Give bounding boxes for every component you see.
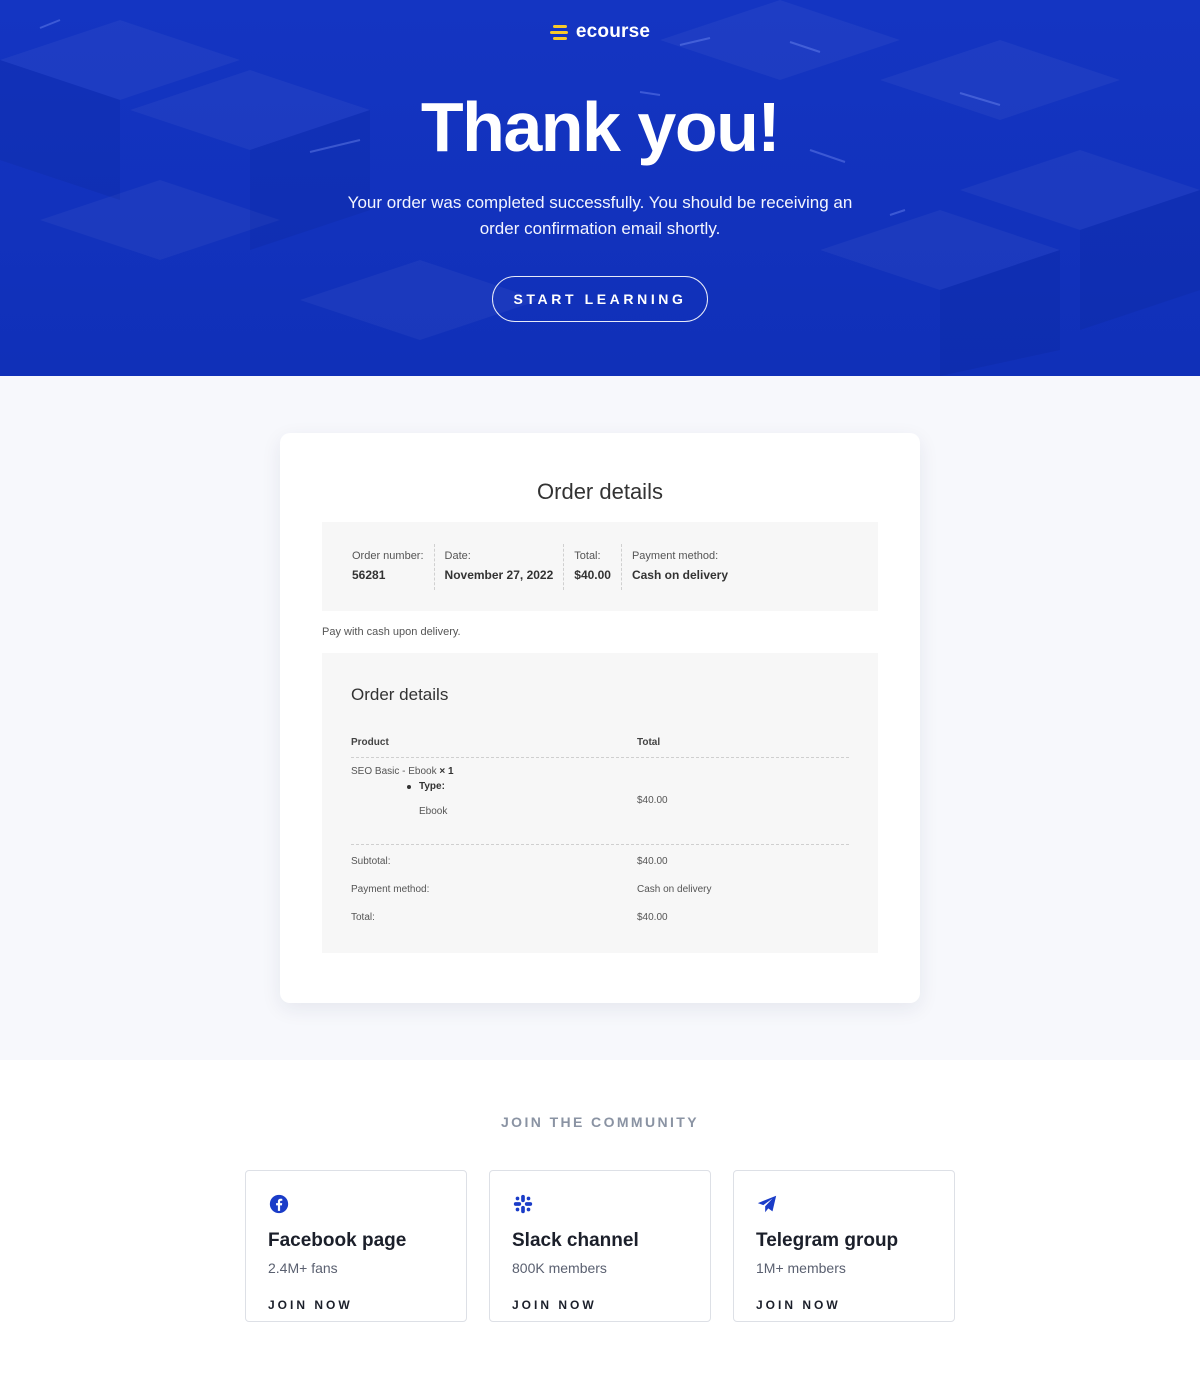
- order-details-title: Order details: [351, 685, 449, 704]
- totals-label: Total:: [351, 912, 375, 923]
- join-now-link[interactable]: JOIN NOW: [268, 1298, 444, 1312]
- hero-banner: ecourse Thank you! Your order was comple…: [0, 0, 1200, 376]
- summary-value: 56281: [352, 568, 386, 582]
- card-title: Slack channel: [512, 1230, 639, 1251]
- order-date-field: Date: November 27, 2022: [433, 544, 564, 590]
- start-learning-button[interactable]: START LEARNING: [492, 276, 708, 322]
- card-title: Facebook page: [268, 1230, 407, 1251]
- table-row: Total: $40.00: [351, 901, 849, 929]
- payment-note: Pay with cash upon delivery.: [322, 626, 461, 638]
- telegram-icon: [757, 1195, 777, 1213]
- order-details-table: Order details Product Total SEO Basic - …: [322, 653, 878, 953]
- order-payment-field: Payment method: Cash on delivery: [620, 544, 738, 590]
- card-title: Telegram group: [756, 1230, 899, 1251]
- summary-value: $40.00: [574, 568, 611, 582]
- page-title: Thank you!: [420, 88, 781, 166]
- product-meta: Type: Ebook: [407, 781, 637, 817]
- order-number-field: Order number: 56281: [352, 544, 434, 590]
- community-heading: JOIN THE COMMUNITY: [501, 1114, 699, 1130]
- column-header-product: Product: [351, 737, 389, 748]
- table-row: Payment method: Cash on delivery: [351, 873, 849, 901]
- summary-label: Payment method:: [631, 550, 719, 562]
- product-link[interactable]: SEO Basic - Ebook: [351, 766, 437, 777]
- product-quantity: × 1: [439, 766, 454, 777]
- summary-label: Date:: [444, 550, 471, 562]
- summary-label: Total:: [574, 550, 601, 562]
- card-stat: 2.4M+ fans: [268, 1260, 338, 1276]
- order-summary: Order number: 56281 Date: November 27, 2…: [322, 522, 878, 611]
- totals-value: $40.00: [637, 912, 668, 923]
- summary-value: Cash on delivery: [631, 568, 729, 582]
- card-stat: 800K members: [512, 1260, 607, 1276]
- summary-label: Order number:: [352, 550, 424, 562]
- order-total-field: Total: $40.00: [563, 544, 621, 590]
- totals-label: Subtotal:: [351, 856, 391, 867]
- facebook-icon: [269, 1194, 289, 1214]
- order-section: Order details Order number: 56281 Date: …: [0, 376, 1200, 1060]
- totals-value: Cash on delivery: [637, 884, 712, 895]
- meta-key: Type:: [419, 781, 445, 792]
- hero-subtitle: Your order was completed successfully. Y…: [347, 193, 853, 238]
- order-card-title: Order details: [537, 479, 663, 504]
- brand-logo[interactable]: ecourse: [0, 0, 1200, 44]
- slack-card[interactable]: Slack channel 800K members JOIN NOW: [489, 1170, 711, 1322]
- column-header-total: Total: [637, 737, 661, 748]
- table-row: SEO Basic - Ebook × 1 Type: Ebook $40.00: [351, 758, 849, 845]
- table-header: Product Total: [351, 737, 849, 758]
- order-card: Order details Order number: 56281 Date: …: [280, 433, 920, 1003]
- totals-value: $40.00: [637, 856, 668, 867]
- ecourse-logo-icon: [549, 24, 568, 40]
- slack-icon: [513, 1194, 533, 1214]
- table-row: Subtotal: $40.00: [351, 845, 849, 873]
- product-total: $40.00: [637, 795, 668, 806]
- summary-value: November 27, 2022: [444, 568, 554, 582]
- join-now-link[interactable]: JOIN NOW: [756, 1298, 932, 1312]
- card-stat: 1M+ members: [756, 1260, 846, 1276]
- brand-name: ecourse: [575, 21, 651, 42]
- meta-value: Ebook: [419, 806, 448, 817]
- facebook-card[interactable]: Facebook page 2.4M+ fans JOIN NOW: [245, 1170, 467, 1322]
- totals-label: Payment method:: [351, 884, 430, 895]
- telegram-card[interactable]: Telegram group 1M+ members JOIN NOW: [733, 1170, 955, 1322]
- bullet-icon: [407, 784, 411, 789]
- join-now-link[interactable]: JOIN NOW: [512, 1298, 688, 1312]
- community-section: JOIN THE COMMUNITY Facebook page 2.4M+ f…: [0, 1060, 1200, 1380]
